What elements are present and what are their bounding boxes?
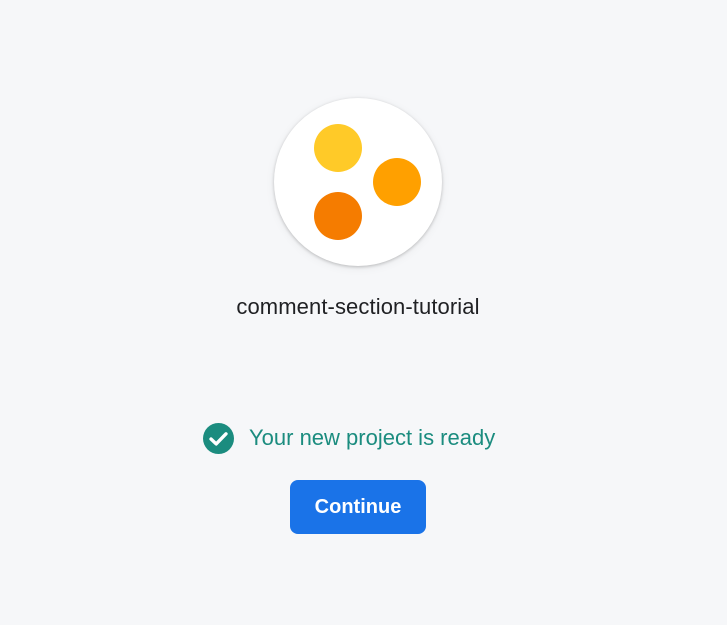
status-message: Your new project is ready — [249, 425, 496, 450]
status-row: Your new project is ready — [203, 422, 495, 454]
continue-button[interactable]: Continue — [290, 480, 426, 534]
project-logo — [274, 98, 442, 266]
logo-dot-yellow — [314, 124, 362, 172]
check-circle-icon — [203, 422, 234, 454]
project-name: comment-section-tutorial — [236, 294, 480, 319]
logo-dot-orange — [314, 192, 362, 240]
logo-dot-amber — [373, 158, 421, 206]
